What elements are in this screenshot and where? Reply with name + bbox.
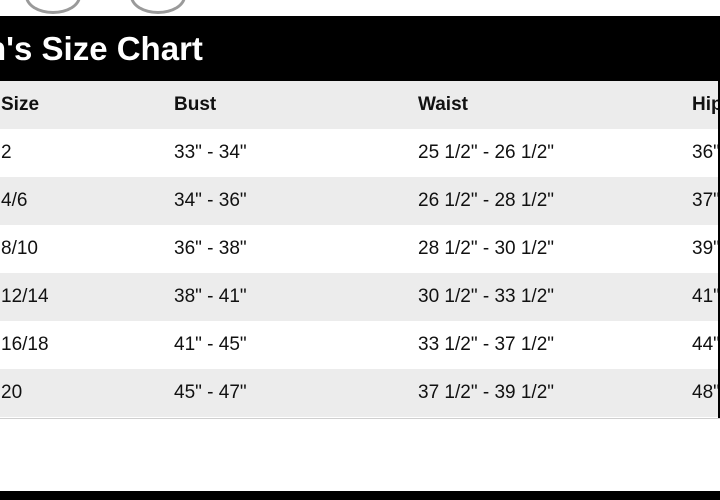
table-row: 4/6 34" - 36" 26 1/2" - 28 1/2" 37" [0, 177, 720, 225]
size-cell: 16/18 [1, 334, 49, 355]
bust-cell: 41" - 45" [174, 334, 247, 355]
bust-cell: 33" - 34" [174, 142, 247, 163]
table-header-row: Size Bust Waist Hip [0, 81, 720, 129]
waist-cell: 26 1/2" - 28 1/2" [418, 190, 555, 211]
bust-cell: 34" - 36" [174, 190, 247, 211]
column-header-hip: Hip [692, 94, 720, 115]
size-table: Size Bust Waist Hip 2 33" - 34" 25 1/2" … [0, 81, 720, 417]
waist-cell: 33 1/2" - 37 1/2" [418, 334, 555, 355]
top-image-strip [0, 0, 720, 16]
hip-cell: 39" [692, 238, 720, 259]
column-header-size: Size [1, 94, 40, 115]
waist-cell: 28 1/2" - 30 1/2" [418, 238, 555, 259]
hip-cell: 41" [692, 286, 720, 307]
chart-title: n's Size Chart [0, 30, 203, 67]
hip-cell: 44" [692, 334, 720, 355]
size-cell: 12/14 [1, 286, 49, 307]
size-cell: 8/10 [1, 238, 38, 259]
bust-cell: 45" - 47" [174, 382, 247, 403]
table-bottom-divider [0, 418, 720, 419]
decorative-curve-icon [130, 0, 186, 14]
table-row: 8/10 36" - 38" 28 1/2" - 30 1/2" 39" [0, 225, 720, 273]
decorative-curve-icon [25, 0, 81, 14]
column-header-bust: Bust [174, 94, 217, 115]
waist-cell: 30 1/2" - 33 1/2" [418, 286, 555, 307]
size-cell: 2 [1, 142, 12, 163]
size-cell: 4/6 [1, 190, 28, 211]
table-row: 16/18 41" - 45" 33 1/2" - 37 1/2" 44" [0, 321, 720, 369]
size-cell: 20 [1, 382, 23, 403]
title-bar: n's Size Chart [0, 16, 720, 81]
waist-cell: 25 1/2" - 26 1/2" [418, 142, 555, 163]
waist-cell: 37 1/2" - 39 1/2" [418, 382, 555, 403]
hip-cell: 36" [692, 142, 720, 163]
bust-cell: 36" - 38" [174, 238, 247, 259]
table-row: 2 33" - 34" 25 1/2" - 26 1/2" 36" [0, 129, 720, 177]
bottom-bar [0, 491, 720, 500]
table-row: 12/14 38" - 41" 30 1/2" - 33 1/2" 41" [0, 273, 720, 321]
column-header-waist: Waist [418, 94, 468, 115]
bust-cell: 38" - 41" [174, 286, 247, 307]
hip-cell: 37" [692, 190, 720, 211]
hip-cell: 48" [692, 382, 720, 403]
table-row: 20 45" - 47" 37 1/2" - 39 1/2" 48" [0, 369, 720, 417]
